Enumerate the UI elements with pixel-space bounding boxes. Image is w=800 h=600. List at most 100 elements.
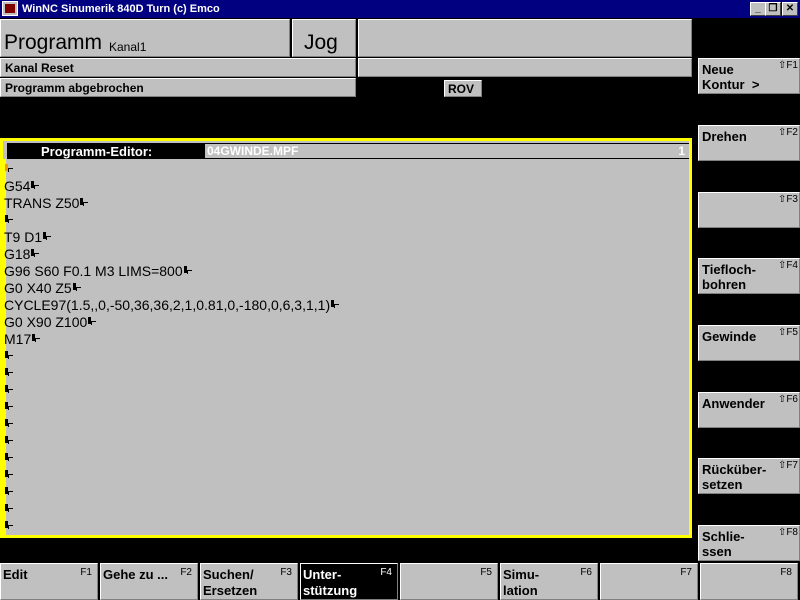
- code-line[interactable]: [4, 518, 688, 535]
- code-line[interactable]: M17: [4, 331, 688, 348]
- restore-button[interactable]: ❐: [765, 2, 781, 16]
- window-title: WinNC Sinumerik 840D Turn (c) Emco: [22, 3, 220, 15]
- code-line[interactable]: [4, 450, 688, 467]
- code-line-text: CYCLE97(1.5,,0,-50,36,36,2,1,0.81,0,-180…: [4, 297, 331, 313]
- linefeed-icon: [4, 368, 13, 379]
- code-line[interactable]: G54: [4, 178, 688, 195]
- linefeed-icon: [4, 521, 13, 532]
- softkey-shortcut: F1: [80, 567, 92, 578]
- softkey-shortcut: ⇧F1: [777, 60, 798, 71]
- channel-state-panel: Kanal Reset: [0, 58, 356, 77]
- code-line[interactable]: [4, 501, 688, 518]
- softkey-shortcut: ⇧F7: [777, 460, 798, 471]
- code-line[interactable]: T9 D1: [4, 229, 688, 246]
- code-line-text: T9 D1: [4, 229, 43, 245]
- vertical-softkey-4[interactable]: Tiefloch- bohren ⇧F4: [698, 258, 800, 294]
- horizontal-softkey-6[interactable]: Simu- lation F6: [500, 563, 598, 600]
- code-line[interactable]: G96 S60 F0.1 M3 LIMS=800: [4, 263, 688, 280]
- softkey-shortcut: F3: [280, 567, 292, 578]
- softkey-shortcut: ⇧F2: [777, 127, 798, 138]
- vertical-softkey-6[interactable]: Anwender ⇧F6: [698, 392, 800, 428]
- vertical-softkey-7[interactable]: Rücküber- setzen ⇧F7: [698, 458, 800, 494]
- code-line[interactable]: [4, 433, 688, 450]
- app-icon[interactable]: [2, 1, 18, 16]
- horizontal-softkey-5[interactable]: F5: [400, 563, 498, 600]
- channel-label: Kanal1: [109, 40, 147, 54]
- code-line[interactable]: [4, 212, 688, 229]
- vertical-softkey-5[interactable]: Gewinde ⇧F5: [698, 325, 800, 361]
- code-line[interactable]: [4, 382, 688, 399]
- softkey-shortcut: ⇧F3: [777, 194, 798, 205]
- code-line-text: G96 S60 F0.1 M3 LIMS=800: [4, 263, 183, 279]
- linefeed-icon: [4, 402, 13, 413]
- linefeed-icon: [4, 351, 13, 362]
- linefeed-icon: [79, 198, 89, 209]
- horizontal-softkey-1[interactable]: Edit F1: [0, 563, 98, 600]
- code-line[interactable]: [4, 467, 688, 484]
- linefeed-icon: [183, 266, 192, 277]
- linefeed-icon: [30, 249, 40, 260]
- softkey-shortcut: F8: [780, 567, 792, 578]
- code-line-text: TRANS Z50: [4, 195, 80, 211]
- code-line-text: G0 X40 Z5: [4, 280, 72, 296]
- softkey-label: Suchen/ Ersetzen: [203, 567, 258, 598]
- editor-header: Programm-Editor: 04GWINDE.MPF 1: [7, 143, 689, 159]
- code-line[interactable]: [4, 348, 688, 365]
- linefeed-icon: [4, 470, 13, 481]
- code-area[interactable]: G54 TRANS Z50 T9 D1 G18 G96 S60 F0.1 M3 LIMS…: [4, 161, 688, 535]
- rov-label: ROV: [448, 82, 475, 96]
- code-line-text: G18: [4, 246, 31, 262]
- horizontal-softkey-7[interactable]: F7: [600, 563, 698, 600]
- minimize-button[interactable]: _: [750, 2, 766, 16]
- code-line[interactable]: G0 X40 Z5: [4, 280, 688, 297]
- vertical-softkey-8[interactable]: Schlie- ssen ⇧F8: [698, 525, 800, 561]
- code-line[interactable]: [4, 416, 688, 433]
- vertical-softkey-3[interactable]: ⇧F3: [698, 192, 800, 228]
- linefeed-icon: [4, 487, 13, 498]
- code-line[interactable]: G0 X90 Z100: [4, 314, 688, 331]
- area-label: Programm: [4, 31, 103, 54]
- softkey-shortcut: F6: [580, 567, 592, 578]
- softkey-shortcut: F2: [180, 567, 192, 578]
- linefeed-icon: [330, 300, 340, 311]
- linefeed-icon: [4, 385, 13, 396]
- code-line[interactable]: [4, 484, 688, 501]
- alarm-panel: [358, 19, 692, 57]
- vertical-softkey-1[interactable]: Neue Kontur > ⇧F1: [698, 58, 800, 94]
- mode-label: Jog: [304, 31, 338, 54]
- linefeed-icon: [4, 453, 13, 464]
- editor-filename-field: 04GWINDE.MPF 1: [205, 144, 689, 158]
- close-button[interactable]: ✕: [782, 2, 798, 16]
- softkey-shortcut: F7: [680, 567, 692, 578]
- horizontal-softkey-4[interactable]: Unter- stützung F4: [300, 563, 398, 600]
- softkey-label: Anwender: [702, 396, 765, 411]
- softkey-label: Edit: [3, 567, 28, 582]
- linefeed-icon: [30, 181, 40, 192]
- linefeed-icon: [72, 283, 81, 294]
- softkey-label: Rücküber- setzen: [702, 462, 767, 492]
- softkey-label: Gehe zu ...: [103, 567, 169, 582]
- code-line[interactable]: [4, 161, 688, 178]
- softkey-label: Neue Kontur >: [702, 62, 760, 92]
- title-bar: WinNC Sinumerik 840D Turn (c) Emco _ ❐ ✕: [0, 0, 800, 18]
- horizontal-softkey-8[interactable]: F8: [700, 563, 798, 600]
- code-line[interactable]: [4, 365, 688, 382]
- code-line[interactable]: G18: [4, 246, 688, 263]
- softkey-shortcut: ⇧F6: [777, 394, 798, 405]
- code-line[interactable]: [4, 399, 688, 416]
- softkey-label: Drehen: [702, 129, 747, 144]
- message-panel: [358, 58, 692, 77]
- program-editor[interactable]: Programm-Editor: 04GWINDE.MPF 1 G54 TRANS…: [0, 138, 692, 538]
- code-line-text: M17: [4, 331, 32, 347]
- horizontal-softkey-3[interactable]: Suchen/ Ersetzen F3: [200, 563, 298, 600]
- linefeed-icon: [4, 215, 13, 226]
- program-state-label: Programm abgebrochen: [5, 81, 144, 95]
- horizontal-softkey-2[interactable]: Gehe zu ... F2: [100, 563, 198, 600]
- code-line[interactable]: CYCLE97(1.5,,0,-50,36,36,2,1,0.81,0,-180…: [4, 297, 688, 314]
- vertical-softkey-2[interactable]: Drehen ⇧F2: [698, 125, 800, 161]
- softkey-label: Unter- stützung: [303, 567, 358, 598]
- code-line[interactable]: TRANS Z50: [4, 195, 688, 212]
- softkey-shortcut: ⇧F4: [777, 260, 798, 271]
- linefeed-icon: [4, 419, 13, 430]
- softkey-shortcut: F4: [380, 567, 392, 578]
